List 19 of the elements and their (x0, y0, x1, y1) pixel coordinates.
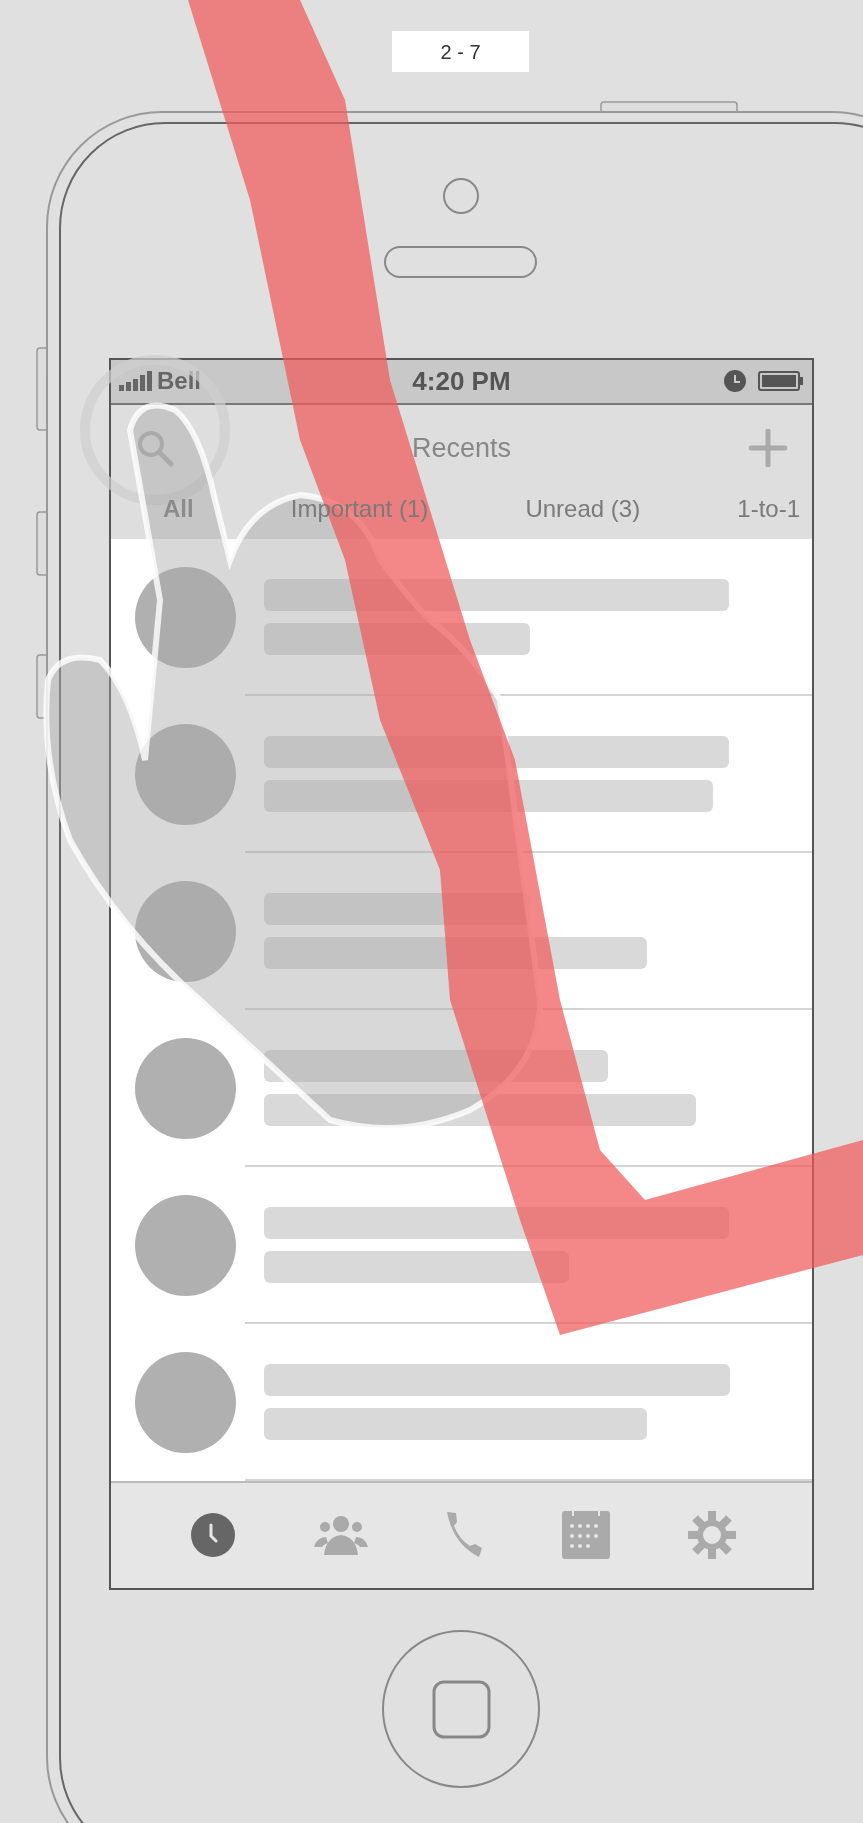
people-icon (314, 1515, 368, 1556)
search-icon (136, 428, 174, 467)
calendar-icon (562, 1511, 610, 1560)
battery-icon (758, 371, 804, 392)
page-label: 2 - 7 (440, 39, 481, 65)
filter-tab[interactable]: All (163, 490, 194, 527)
screen-title: Recents (411, 431, 512, 465)
clock-icon (724, 370, 746, 393)
filter-tab[interactable]: 1-to-1 (737, 490, 800, 527)
clock-icon (190, 1512, 236, 1559)
signal-icon (119, 371, 153, 392)
status-time: 4:20 PM (412, 364, 511, 398)
plus-icon (749, 428, 787, 467)
camera (443, 178, 479, 214)
filter-tab[interactable]: Unread (3) (525, 490, 641, 527)
phone-icon (445, 1512, 485, 1559)
carrier-name: Bell (157, 366, 201, 397)
add-button[interactable] (748, 427, 788, 468)
settings-icon (688, 1511, 736, 1560)
